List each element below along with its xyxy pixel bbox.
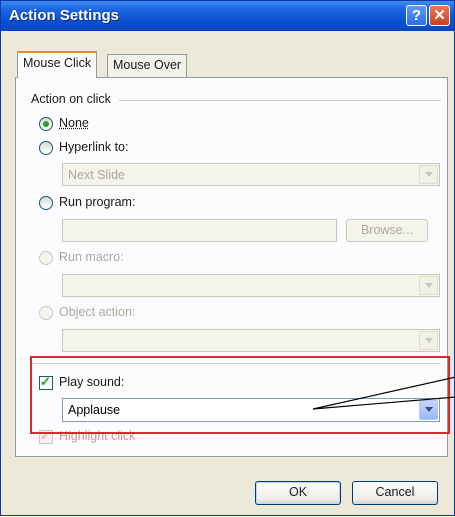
- cancel-button[interactable]: Cancel: [352, 481, 438, 505]
- ok-button[interactable]: OK: [255, 481, 341, 505]
- tab-mouse-click[interactable]: Mouse Click: [17, 51, 98, 78]
- callout-lines: [312, 376, 455, 410]
- action-settings-dialog: Action Settings ? ✕ Mouse Click Mouse Ov…: [0, 0, 455, 516]
